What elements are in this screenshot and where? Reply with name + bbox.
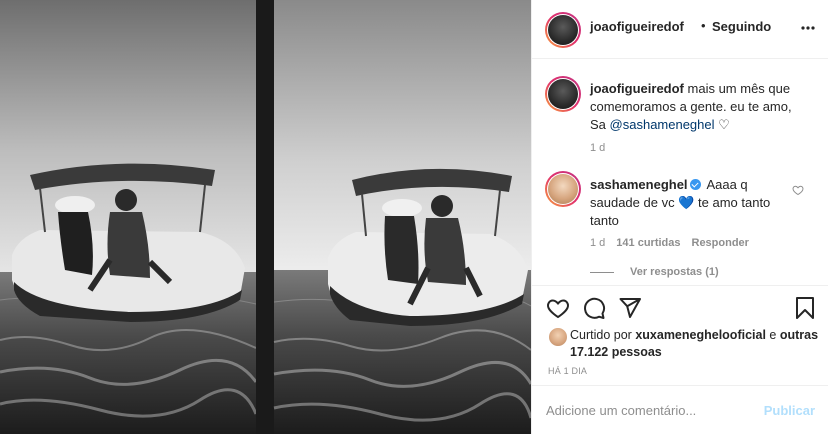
- comment-likes-count[interactable]: 141 curtidas: [616, 237, 680, 249]
- bookmark-icon[interactable]: [793, 296, 817, 320]
- replies-divider-line: [590, 271, 614, 273]
- instagram-post-view: joaofigueiredof • Seguindo joaofigueired…: [0, 0, 828, 434]
- post-caption: joaofigueiredof mais um mês que comemora…: [590, 80, 810, 134]
- caption-username[interactable]: joaofigueiredof: [590, 81, 684, 96]
- following-button[interactable]: Seguindo: [712, 19, 771, 34]
- author-avatar[interactable]: [545, 12, 581, 48]
- publish-button[interactable]: Publicar: [764, 403, 815, 418]
- share-icon[interactable]: [618, 296, 642, 320]
- photo-graphic: [0, 0, 531, 434]
- post-photo[interactable]: [0, 0, 531, 434]
- post-date[interactable]: HÁ 1 DIA: [548, 366, 587, 376]
- likes-prefix: Curtido por: [570, 328, 632, 342]
- verified-badge-icon: [689, 179, 701, 190]
- caption-mention[interactable]: @sashameneghel: [610, 117, 715, 132]
- author-username[interactable]: joaofigueiredof: [590, 19, 684, 34]
- comment-timestamp[interactable]: 1 d: [590, 237, 605, 249]
- view-replies-button[interactable]: Ver respostas (1): [590, 266, 719, 278]
- post-header: joaofigueiredof • Seguindo: [532, 0, 828, 59]
- likes-middle: e: [769, 328, 777, 342]
- comment-blue-heart-emoji: 💙: [678, 195, 695, 210]
- reply-button[interactable]: Responder: [692, 237, 749, 249]
- comment-icon[interactable]: [582, 296, 606, 320]
- likes-summary: Curtido por xuxameneghelooficial e outra…: [570, 327, 820, 361]
- liker-username[interactable]: xuxameneghelooficial: [635, 328, 766, 342]
- comment-input[interactable]: [546, 400, 746, 420]
- post-actions: Curtido por xuxameneghelooficial e outra…: [532, 285, 828, 385]
- liker-avatar[interactable]: [548, 327, 568, 347]
- comment-meta: 1 d 141 curtidas Responder: [590, 237, 749, 249]
- comment-like-heart-icon[interactable]: [792, 184, 804, 196]
- commenter-username[interactable]: sashameneghel: [590, 177, 688, 192]
- caption-avatar[interactable]: [545, 76, 581, 112]
- caption-heart-emoji: ♡: [718, 117, 730, 132]
- more-horizontal-icon[interactable]: [800, 20, 816, 36]
- caption-timestamp[interactable]: 1 d: [590, 142, 605, 154]
- header-separator: •: [701, 18, 706, 33]
- comment: sashameneghel Aaaa q saudade de vc 💙 te …: [590, 176, 790, 230]
- view-replies-label: Ver respostas (1): [630, 266, 719, 278]
- add-comment-bar: Publicar: [532, 385, 828, 434]
- heart-icon[interactable]: [546, 296, 570, 320]
- commenter-avatar[interactable]: [545, 171, 581, 207]
- post-side-panel: joaofigueiredof • Seguindo joaofigueired…: [531, 0, 828, 434]
